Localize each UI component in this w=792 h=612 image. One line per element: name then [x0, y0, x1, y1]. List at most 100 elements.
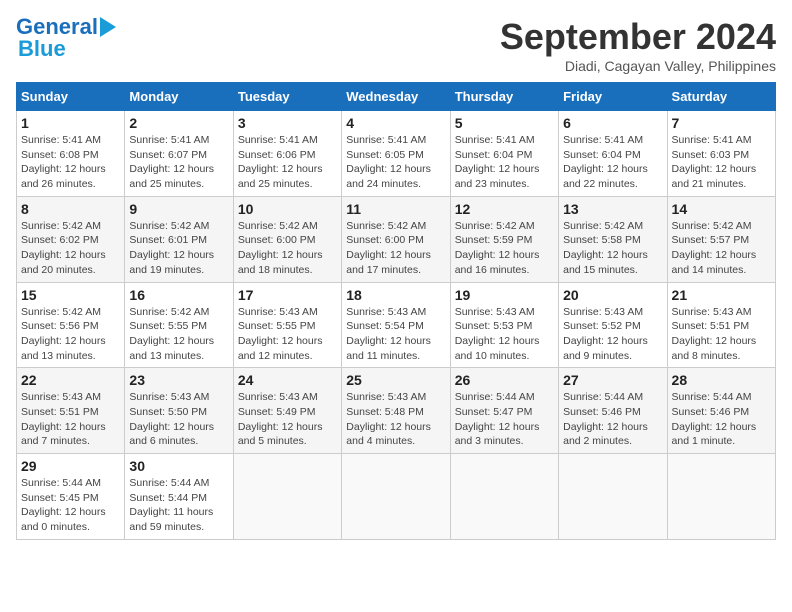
day-info: Sunrise: 5:41 AM Sunset: 6:05 PM Dayligh…: [346, 133, 445, 192]
calendar-day-23: 23 Sunrise: 5:43 AM Sunset: 5:50 PM Dayli…: [125, 368, 233, 454]
day-number: 27: [563, 372, 662, 388]
calendar-day-15: 15Sunrise: 5:42 AM Sunset: 5:56 PM Dayli…: [17, 282, 125, 368]
day-info: Sunrise: 5:42 AM Sunset: 6:00 PM Dayligh…: [346, 219, 445, 278]
calendar-week-3: 15Sunrise: 5:42 AM Sunset: 5:56 PM Dayli…: [17, 282, 776, 368]
calendar-day-28: 28 Sunrise: 5:44 AM Sunset: 5:46 PM Dayli…: [667, 368, 775, 454]
calendar-day-5: 5 Sunrise: 5:41 AM Sunset: 6:04 PM Daylig…: [450, 111, 558, 197]
day-info: Sunrise: 5:44 AM Sunset: 5:45 PM Dayligh…: [21, 476, 120, 535]
day-info: Sunrise: 5:44 AM Sunset: 5:47 PM Dayligh…: [455, 390, 554, 449]
calendar-day-6: 6 Sunrise: 5:41 AM Sunset: 6:04 PM Daylig…: [559, 111, 667, 197]
calendar-day-11: 11Sunrise: 5:42 AM Sunset: 6:00 PM Dayli…: [342, 196, 450, 282]
calendar-day-22: 22Sunrise: 5:43 AM Sunset: 5:51 PM Dayli…: [17, 368, 125, 454]
day-info: Sunrise: 5:42 AM Sunset: 6:02 PM Dayligh…: [21, 219, 120, 278]
day-number: 25: [346, 372, 445, 388]
calendar-day-9: 9 Sunrise: 5:42 AM Sunset: 6:01 PM Daylig…: [125, 196, 233, 282]
day-info: Sunrise: 5:42 AM Sunset: 5:59 PM Dayligh…: [455, 219, 554, 278]
calendar-week-5: 29 Sunrise: 5:44 AM Sunset: 5:45 PM Dayli…: [17, 454, 776, 540]
day-number: 28: [672, 372, 771, 388]
day-info: Sunrise: 5:43 AM Sunset: 5:52 PM Dayligh…: [563, 305, 662, 364]
calendar-header-wednesday: Wednesday: [342, 83, 450, 111]
empty-cell: [667, 454, 775, 540]
day-number: 10: [238, 201, 337, 217]
day-info: Sunrise: 5:43 AM Sunset: 5:54 PM Dayligh…: [346, 305, 445, 364]
day-number: 7: [672, 115, 771, 131]
month-title: September 2024: [500, 16, 776, 58]
calendar-day-25: 25 Sunrise: 5:43 AM Sunset: 5:48 PM Dayli…: [342, 368, 450, 454]
day-number: 29: [21, 458, 120, 474]
calendar-header-sunday: Sunday: [17, 83, 125, 111]
calendar-day-30: 30 Sunrise: 5:44 AM Sunset: 5:44 PM Dayli…: [125, 454, 233, 540]
day-number: 21: [672, 287, 771, 303]
day-number: 2: [129, 115, 228, 131]
day-info: Sunrise: 5:42 AM Sunset: 5:58 PM Dayligh…: [563, 219, 662, 278]
location-subtitle: Diadi, Cagayan Valley, Philippines: [500, 58, 776, 74]
day-number: 6: [563, 115, 662, 131]
calendar-day-13: 13 Sunrise: 5:42 AM Sunset: 5:58 PM Dayli…: [559, 196, 667, 282]
calendar-day-24: 24 Sunrise: 5:43 AM Sunset: 5:49 PM Dayli…: [233, 368, 341, 454]
day-number: 24: [238, 372, 337, 388]
day-info: Sunrise: 5:41 AM Sunset: 6:06 PM Dayligh…: [238, 133, 337, 192]
calendar-header-tuesday: Tuesday: [233, 83, 341, 111]
logo: General Blue: [16, 16, 116, 60]
day-info: Sunrise: 5:43 AM Sunset: 5:51 PM Dayligh…: [21, 390, 120, 449]
logo-arrow-icon: [100, 17, 116, 37]
day-info: Sunrise: 5:43 AM Sunset: 5:51 PM Dayligh…: [672, 305, 771, 364]
day-info: Sunrise: 5:44 AM Sunset: 5:44 PM Dayligh…: [129, 476, 228, 535]
day-number: 15: [21, 287, 120, 303]
page-header: General Blue September 2024 Diadi, Cagay…: [16, 16, 776, 74]
day-info: Sunrise: 5:42 AM Sunset: 6:01 PM Dayligh…: [129, 219, 228, 278]
day-info: Sunrise: 5:43 AM Sunset: 5:50 PM Dayligh…: [129, 390, 228, 449]
day-number: 8: [21, 201, 120, 217]
day-number: 20: [563, 287, 662, 303]
calendar-day-1: 1Sunrise: 5:41 AM Sunset: 6:08 PM Daylig…: [17, 111, 125, 197]
empty-cell: [233, 454, 341, 540]
day-info: Sunrise: 5:43 AM Sunset: 5:49 PM Dayligh…: [238, 390, 337, 449]
day-info: Sunrise: 5:41 AM Sunset: 6:04 PM Dayligh…: [455, 133, 554, 192]
title-section: September 2024 Diadi, Cagayan Valley, Ph…: [500, 16, 776, 74]
day-number: 4: [346, 115, 445, 131]
day-number: 16: [129, 287, 228, 303]
day-number: 18: [346, 287, 445, 303]
day-info: Sunrise: 5:42 AM Sunset: 5:55 PM Dayligh…: [129, 305, 228, 364]
logo-text-general: General: [16, 16, 98, 38]
day-info: Sunrise: 5:43 AM Sunset: 5:48 PM Dayligh…: [346, 390, 445, 449]
calendar-day-16: 16 Sunrise: 5:42 AM Sunset: 5:55 PM Dayli…: [125, 282, 233, 368]
day-number: 17: [238, 287, 337, 303]
calendar-day-20: 20 Sunrise: 5:43 AM Sunset: 5:52 PM Dayli…: [559, 282, 667, 368]
calendar-day-10: 10 Sunrise: 5:42 AM Sunset: 6:00 PM Dayli…: [233, 196, 341, 282]
day-number: 13: [563, 201, 662, 217]
calendar-week-2: 8 Sunrise: 5:42 AM Sunset: 6:02 PM Daylig…: [17, 196, 776, 282]
day-info: Sunrise: 5:41 AM Sunset: 6:08 PM Dayligh…: [21, 133, 120, 192]
calendar-day-26: 26 Sunrise: 5:44 AM Sunset: 5:47 PM Dayli…: [450, 368, 558, 454]
calendar-day-29: 29 Sunrise: 5:44 AM Sunset: 5:45 PM Dayli…: [17, 454, 125, 540]
calendar-day-7: 7 Sunrise: 5:41 AM Sunset: 6:03 PM Daylig…: [667, 111, 775, 197]
calendar-day-2: 2 Sunrise: 5:41 AM Sunset: 6:07 PM Daylig…: [125, 111, 233, 197]
day-number: 9: [129, 201, 228, 217]
calendar-day-27: 27Sunrise: 5:44 AM Sunset: 5:46 PM Dayli…: [559, 368, 667, 454]
day-info: Sunrise: 5:44 AM Sunset: 5:46 PM Dayligh…: [672, 390, 771, 449]
logo-text-blue: Blue: [18, 38, 66, 60]
day-number: 19: [455, 287, 554, 303]
calendar-week-4: 22Sunrise: 5:43 AM Sunset: 5:51 PM Dayli…: [17, 368, 776, 454]
calendar-header-saturday: Saturday: [667, 83, 775, 111]
calendar-day-3: 3 Sunrise: 5:41 AM Sunset: 6:06 PM Daylig…: [233, 111, 341, 197]
calendar-day-14: 14Sunrise: 5:42 AM Sunset: 5:57 PM Dayli…: [667, 196, 775, 282]
calendar-day-17: 17 Sunrise: 5:43 AM Sunset: 5:55 PM Dayli…: [233, 282, 341, 368]
day-info: Sunrise: 5:41 AM Sunset: 6:04 PM Dayligh…: [563, 133, 662, 192]
day-info: Sunrise: 5:43 AM Sunset: 5:55 PM Dayligh…: [238, 305, 337, 364]
calendar-header-row: SundayMondayTuesdayWednesdayThursdayFrid…: [17, 83, 776, 111]
day-number: 26: [455, 372, 554, 388]
day-number: 5: [455, 115, 554, 131]
empty-cell: [559, 454, 667, 540]
day-info: Sunrise: 5:41 AM Sunset: 6:07 PM Dayligh…: [129, 133, 228, 192]
calendar-day-18: 18 Sunrise: 5:43 AM Sunset: 5:54 PM Dayli…: [342, 282, 450, 368]
day-number: 30: [129, 458, 228, 474]
day-info: Sunrise: 5:41 AM Sunset: 6:03 PM Dayligh…: [672, 133, 771, 192]
calendar-week-1: 1Sunrise: 5:41 AM Sunset: 6:08 PM Daylig…: [17, 111, 776, 197]
day-number: 3: [238, 115, 337, 131]
day-number: 23: [129, 372, 228, 388]
day-info: Sunrise: 5:42 AM Sunset: 6:00 PM Dayligh…: [238, 219, 337, 278]
calendar-day-12: 12Sunrise: 5:42 AM Sunset: 5:59 PM Dayli…: [450, 196, 558, 282]
calendar-table: SundayMondayTuesdayWednesdayThursdayFrid…: [16, 82, 776, 540]
calendar-header-friday: Friday: [559, 83, 667, 111]
